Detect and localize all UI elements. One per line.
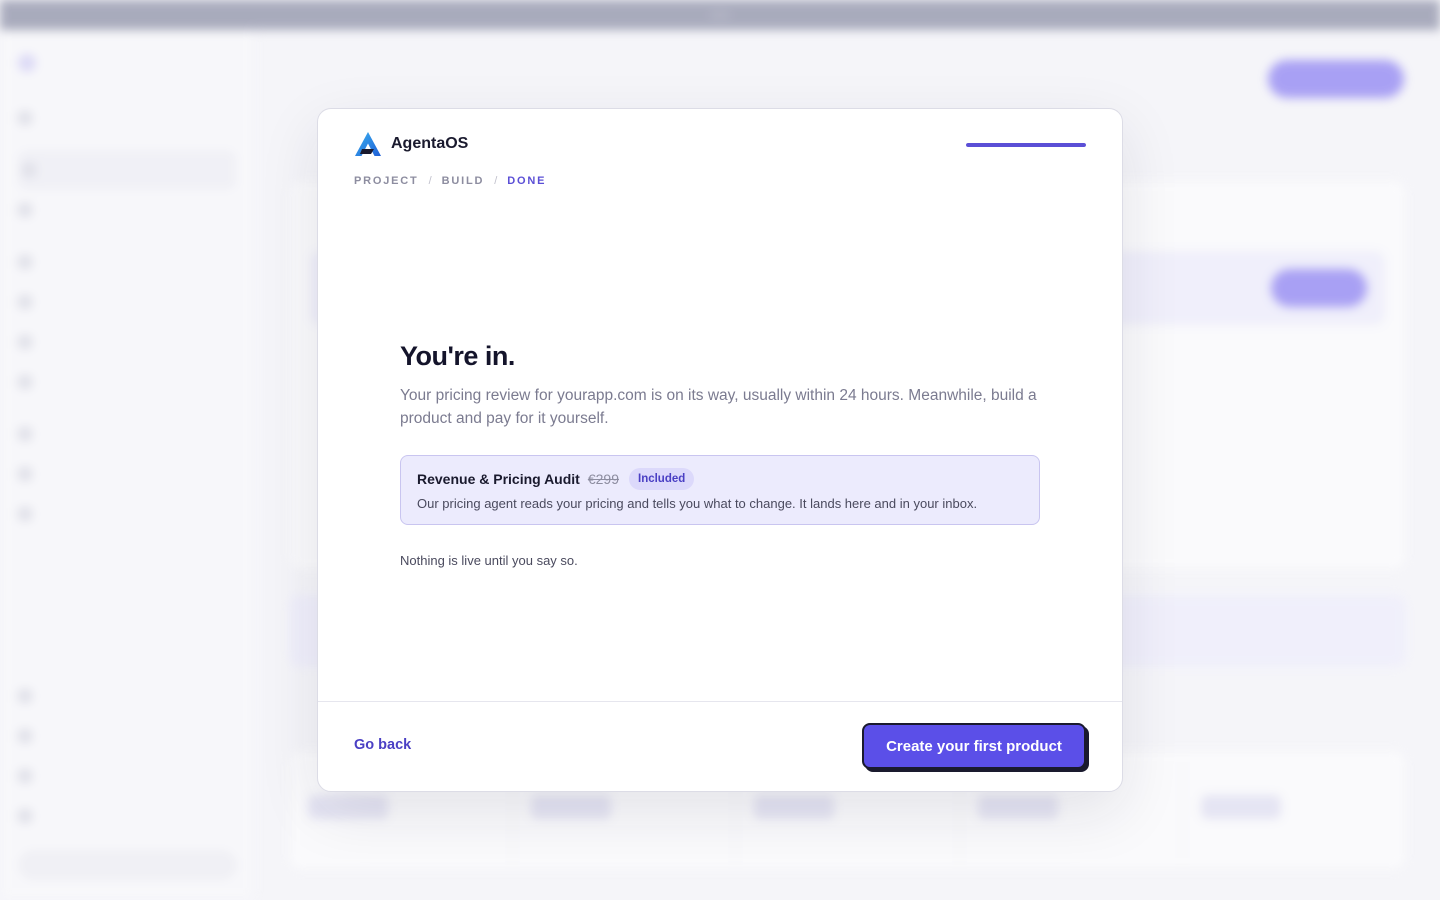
sidebar-item — [18, 242, 236, 282]
band-button — [1271, 269, 1367, 307]
audit-original-price: €299 — [587, 471, 619, 487]
step-project: PROJECT — [354, 175, 419, 187]
sidebar-icon — [18, 689, 32, 703]
modal-footer: Go back Create your first product — [318, 701, 1122, 791]
agentaos-logo-icon — [355, 132, 381, 156]
step-separator: / — [494, 175, 498, 187]
audit-description: Our pricing agent reads your pricing and… — [417, 496, 978, 511]
onboarding-modal: AgentaOS PROJECT / BUILD / DONE You're i… — [317, 108, 1123, 792]
sidebar-icon — [18, 295, 32, 309]
sidebar-brand — [18, 48, 236, 78]
sidebar-icon — [18, 375, 32, 389]
sidebar-item — [18, 796, 237, 836]
sidebar-icon — [18, 427, 32, 441]
sidebar-item — [18, 98, 236, 138]
mode-toggle — [18, 850, 237, 880]
announcement-pill — [710, 13, 730, 17]
org-avatar — [18, 54, 36, 72]
main-cta — [1268, 60, 1404, 98]
sidebar-item — [18, 454, 236, 494]
sidebar-icon — [18, 335, 32, 349]
sidebar-icon — [18, 111, 32, 125]
progress-fill — [966, 143, 1086, 147]
audit-title: Revenue & Pricing Audit — [417, 471, 580, 487]
sidebar-icon — [18, 507, 32, 521]
sidebar-icon — [18, 203, 32, 217]
step-done: DONE — [507, 175, 547, 187]
audit-card: Revenue & Pricing Audit €299 Included Ou… — [400, 455, 1040, 525]
go-back-link[interactable]: Go back — [354, 737, 411, 753]
step-separator: / — [428, 175, 432, 187]
brand-name: AgentaOS — [391, 135, 469, 152]
sidebar-item — [18, 676, 237, 716]
sidebar-icon — [18, 769, 32, 783]
sidebar-item — [18, 282, 236, 322]
sidebar — [0, 30, 255, 900]
sidebar-item — [18, 414, 236, 454]
live-note: Nothing is live until you say so. — [400, 553, 578, 568]
sidebar-icon — [18, 255, 32, 269]
included-badge: Included — [629, 468, 695, 490]
modal-header: AgentaOS PROJECT / BUILD / DONE — [354, 131, 1086, 191]
step-breadcrumb: PROJECT / BUILD / DONE — [354, 175, 1086, 187]
sidebar-item — [18, 494, 236, 534]
headline: You're in. — [400, 341, 515, 371]
sidebar-item — [18, 190, 236, 230]
sidebar-item — [18, 322, 236, 362]
sidebar-icon — [22, 163, 36, 177]
sidebar-item-active — [18, 150, 236, 190]
stat-card — [1183, 751, 1405, 869]
sidebar-item — [18, 756, 237, 796]
step-build: BUILD — [441, 175, 485, 187]
modal-content: You're in. Your pricing review for youra… — [400, 341, 1040, 568]
create-first-product-button[interactable]: Create your first product — [862, 723, 1086, 769]
sidebar-icon — [18, 729, 32, 743]
progress-bar — [966, 143, 1086, 147]
lead-text: Your pricing review for yourapp.com is o… — [400, 387, 1037, 427]
sidebar-icon — [18, 467, 32, 481]
sidebar-item — [18, 362, 236, 402]
sidebar-icon — [18, 809, 32, 823]
audit-header: Revenue & Pricing Audit €299 Included — [417, 468, 1023, 490]
sidebar-item — [18, 716, 237, 756]
announcement-bar — [0, 0, 1440, 30]
sidebar-bottom — [18, 676, 237, 880]
